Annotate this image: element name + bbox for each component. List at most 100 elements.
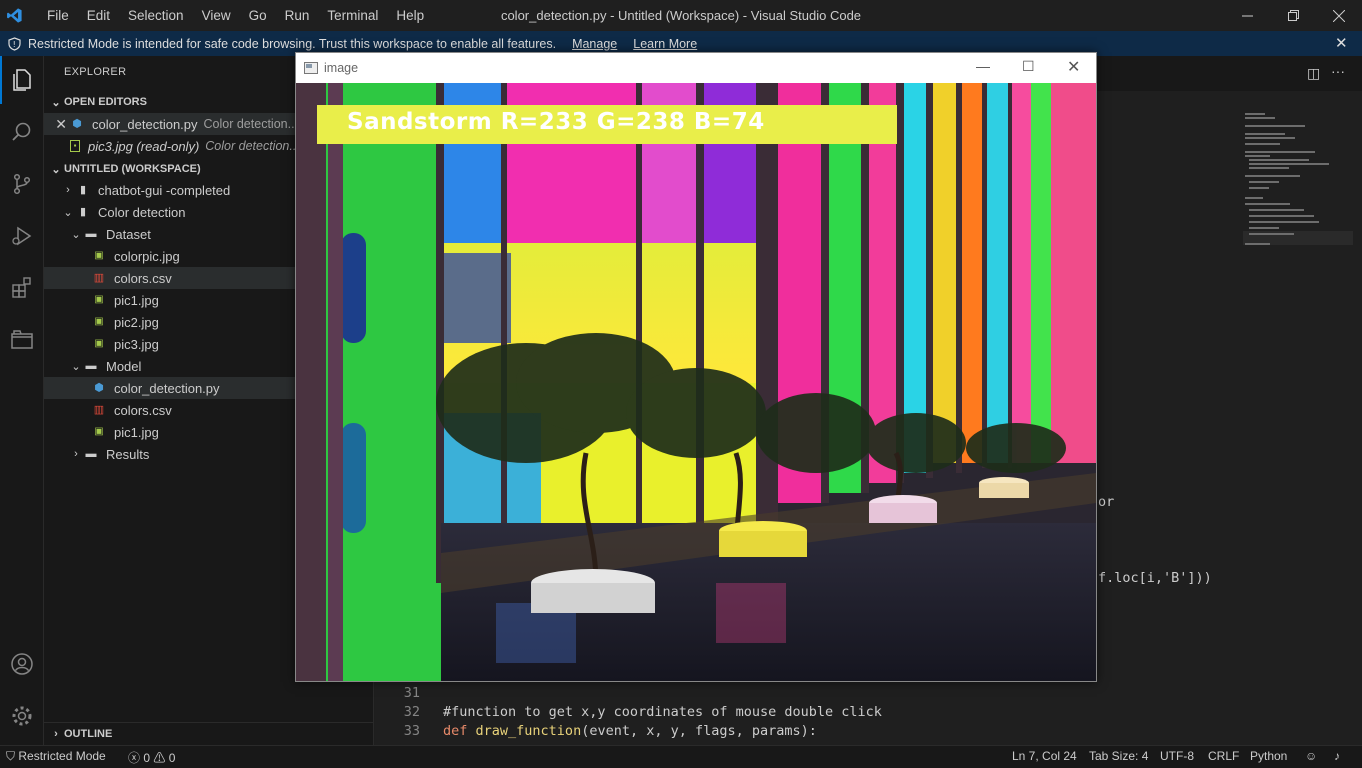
image-file-icon: ▣	[94, 338, 104, 349]
learn-more-link[interactable]: Learn More	[633, 37, 697, 51]
more-actions-icon[interactable]: ···	[1331, 63, 1345, 79]
image-file-icon: ▣	[94, 294, 104, 305]
source-control-icon[interactable]	[0, 160, 44, 208]
window-app-icon	[304, 62, 318, 74]
extensions-icon[interactable]	[0, 264, 44, 312]
explorer-icon[interactable]	[0, 56, 44, 104]
settings-gear-icon[interactable]	[0, 692, 44, 740]
repo-icon: ▮	[79, 184, 87, 196]
menu-view[interactable]: View	[193, 0, 240, 31]
folder-label: chatbot-gui -completed	[98, 182, 231, 198]
tab-size-status[interactable]: Tab Size: 4	[1089, 749, 1148, 763]
file-label: colorpic.jpg	[114, 248, 180, 264]
minimap[interactable]	[1243, 111, 1353, 311]
cursor-position[interactable]: Ln 7, Col 24	[1012, 749, 1077, 763]
file-label: pic3.jpg	[114, 336, 159, 352]
outline-section[interactable]: › OUTLINE	[44, 722, 374, 744]
chevron-right-icon: ›	[74, 448, 78, 460]
search-icon[interactable]	[0, 108, 44, 156]
file-label: colors.csv	[114, 402, 172, 418]
eol-status[interactable]: CRLF	[1208, 749, 1239, 763]
image-file-icon: ▣	[94, 316, 104, 327]
restore-icon	[1287, 10, 1299, 21]
folder-icon: ▬	[85, 228, 97, 240]
close-editor-icon[interactable]: ✕	[44, 116, 70, 133]
image-file-icon: ▪	[70, 140, 80, 152]
image-file-icon: ▣	[94, 250, 104, 261]
file-label: colors.csv	[114, 270, 172, 286]
menu-go[interactable]: Go	[240, 0, 276, 31]
svg-text:!: !	[13, 40, 16, 49]
chevron-right-icon: ›	[54, 727, 58, 740]
function-name: draw_function	[475, 723, 582, 739]
file-label: pic2.jpg	[114, 314, 159, 330]
warning-count: 0	[168, 751, 176, 765]
csv-file-icon: ▥	[93, 272, 105, 284]
image-canvas[interactable]: Sandstorm R=233 G=238 B=74	[296, 83, 1096, 681]
menu-selection[interactable]: Selection	[119, 0, 193, 31]
warning-icon: ⚠	[153, 751, 166, 765]
file-label: pic1.jpg	[114, 424, 159, 440]
folder-label: Dataset	[106, 226, 151, 242]
stained-glass-photo	[296, 83, 1096, 681]
minimize-icon	[1241, 15, 1253, 17]
code-line-partial: or	[1098, 494, 1115, 510]
code-comment: #function to get x,y coordinates of mous…	[443, 704, 882, 720]
open-editors-heading: OPEN EDITORS	[64, 96, 147, 108]
menu-run[interactable]: Run	[276, 0, 319, 31]
accounts-icon[interactable]	[0, 640, 44, 688]
close-icon[interactable]: ✕	[1067, 57, 1080, 77]
shield-icon: ⛉	[6, 749, 16, 763]
csv-file-icon: ▥	[93, 404, 105, 416]
code-line: def draw_function(event, x, y, flags, pa…	[443, 723, 817, 739]
sidebar-title: EXPLORER	[64, 66, 127, 78]
menu-help[interactable]: Help	[387, 0, 433, 31]
line-number: 32	[403, 704, 420, 720]
keyword-def: def	[443, 723, 468, 739]
menu-file[interactable]: File	[38, 0, 78, 31]
close-icon	[1333, 9, 1345, 22]
restricted-mode-status[interactable]: ⛉ Restricted Mode	[6, 749, 106, 764]
python-file-icon: ⬢	[72, 118, 82, 130]
folder-icon: ▬	[85, 360, 97, 372]
open-editor-name: color_detection.py	[92, 116, 198, 132]
error-count: 0	[143, 751, 151, 765]
folder-label: Results	[106, 446, 150, 462]
language-mode[interactable]: Python	[1250, 749, 1287, 763]
maximize-icon[interactable]: ☐	[1022, 58, 1035, 75]
detected-color-swatch: Sandstorm R=233 G=238 B=74	[317, 105, 897, 144]
image-window-titlebar[interactable]: image — ☐ ✕	[296, 53, 1096, 83]
chevron-right-icon: ›	[66, 184, 70, 196]
outline-heading: OUTLINE	[64, 727, 113, 740]
notifications-bell-icon[interactable]: ♪	[1334, 749, 1340, 763]
menu-bar: File Edit Selection View Go Run Terminal…	[38, 0, 433, 31]
folder-label: Color detection	[98, 204, 186, 220]
menu-edit[interactable]: Edit	[78, 0, 119, 31]
split-editor-icon[interactable]: ◫	[1307, 65, 1320, 82]
menu-terminal[interactable]: Terminal	[318, 0, 387, 31]
open-editor-name: pic3.jpg (read-only)	[88, 138, 200, 154]
file-label: color_detection.py	[114, 380, 220, 396]
chevron-down-icon: ⌄	[51, 163, 61, 176]
restore-button[interactable]	[1270, 0, 1316, 31]
code-line-partial: f.loc[i,'B']))	[1098, 570, 1212, 586]
remote-explorer-icon[interactable]	[0, 316, 44, 364]
workspace-heading: UNTITLED (WORKSPACE)	[64, 163, 201, 175]
restricted-mode-label: Restricted Mode	[18, 749, 106, 763]
banner-text: Restricted Mode is intended for safe cod…	[28, 36, 557, 51]
manage-link[interactable]: Manage	[572, 37, 617, 51]
line-number: 31	[403, 685, 420, 701]
encoding-status[interactable]: UTF-8	[1160, 749, 1194, 763]
minimize-icon[interactable]: —	[976, 58, 990, 74]
close-window-button[interactable]	[1316, 0, 1362, 31]
chevron-down-icon: ⌄	[51, 96, 61, 109]
feedback-icon[interactable]: ☺	[1305, 749, 1317, 763]
problems-status[interactable]: ⓧ 0 ⚠ 0	[128, 749, 175, 766]
activity-bar	[0, 56, 44, 745]
close-banner-icon[interactable]: ✕	[1335, 34, 1348, 52]
image-window[interactable]: image — ☐ ✕ Sandstorm R=233 G=238 B=74	[295, 52, 1097, 682]
run-debug-icon[interactable]	[0, 212, 44, 260]
open-editor-desc: Color detection...	[205, 139, 300, 153]
minimize-button[interactable]	[1224, 0, 1270, 31]
vscode-logo-icon	[0, 0, 28, 31]
